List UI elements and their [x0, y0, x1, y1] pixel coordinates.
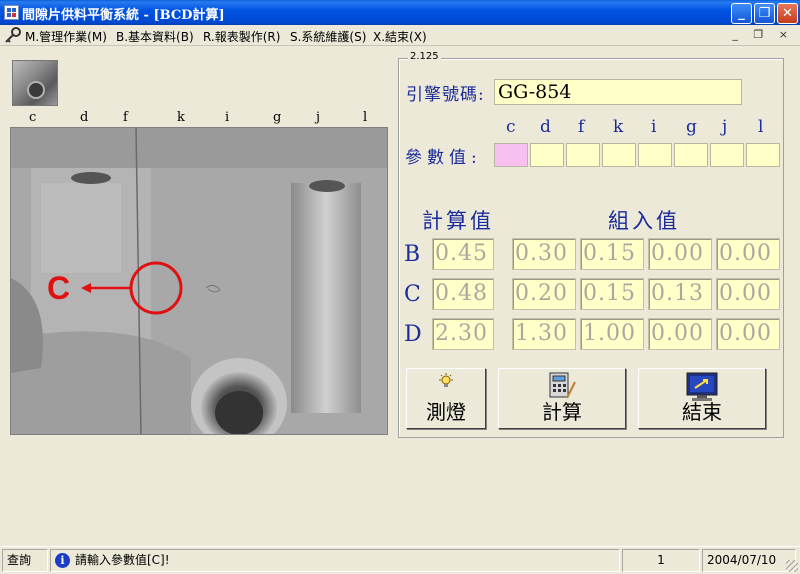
row-label-d: D [404, 322, 422, 347]
param-input-f[interactable] [566, 143, 600, 167]
menu-exit[interactable]: X.結束(X) [373, 28, 427, 45]
light-test-button[interactable]: 測燈 [406, 368, 486, 429]
param-letter-c: c [506, 117, 516, 137]
assembled-value-c-4: 0.00 [716, 278, 780, 310]
version-label: 2.125 [408, 51, 441, 62]
param-value-label: 參數值: [405, 148, 482, 168]
assembled-value-c-2: 0.15 [580, 278, 644, 310]
assembled-value-header: 組入值 [608, 209, 680, 233]
photo-label-f: f [123, 110, 128, 125]
param-letter-i: i [651, 117, 657, 137]
minimize-button[interactable]: _ [731, 3, 752, 24]
engine-thumbnail[interactable] [12, 60, 58, 106]
photo-label-i: i [225, 110, 230, 125]
param-letter-k: k [613, 117, 624, 137]
photo-label-c: c [29, 110, 37, 125]
mdi-window-controls[interactable]: _ ❐ × [732, 28, 794, 41]
exit-button-label: 結束 [682, 400, 722, 424]
light-test-button-label: 測燈 [426, 400, 466, 424]
app-icon[interactable] [4, 5, 19, 20]
assembled-value-d-3: 0.00 [648, 318, 712, 350]
status-message: 請輸入參數值[C]! [75, 553, 170, 567]
menu-management[interactable]: M.管理作業(M) [25, 28, 107, 45]
status-message-cell: i 請輸入參數值[C]! [50, 549, 620, 572]
assembled-value-b-4: 0.00 [716, 238, 780, 270]
assembled-value-b-3: 0.00 [648, 238, 712, 270]
param-input-d[interactable] [530, 143, 564, 167]
calc-value-c: 0.48 [432, 278, 494, 310]
light-bulb-icon [439, 373, 453, 387]
param-input-g[interactable] [674, 143, 708, 167]
photo-label-k: k [177, 110, 185, 125]
restore-button[interactable]: ❐ [754, 3, 775, 24]
param-letter-g: g [686, 117, 697, 137]
calc-value-d: 2.30 [432, 318, 494, 350]
photo-column-labels: c d f k i g j l [8, 110, 390, 126]
assembled-value-d-2: 1.00 [580, 318, 644, 350]
engine-block-photo: C [10, 127, 388, 435]
photo-label-g: g [273, 110, 282, 125]
assembled-value-c-1: 0.20 [512, 278, 576, 310]
engine-photo-panel: c d f k i g j l C [8, 57, 390, 437]
assembled-value-b-2: 0.15 [580, 238, 644, 270]
assembled-value-d-4: 0.00 [716, 318, 780, 350]
photo-marker-label: C [47, 270, 70, 306]
status-mode: 查詢 [2, 549, 48, 572]
window-title: 間隙片供料平衡系統 - [BCD計算] [22, 8, 225, 23]
menu-reports[interactable]: R.報表製作(R) [203, 28, 280, 45]
param-input-k[interactable] [602, 143, 636, 167]
assembled-value-d-1: 1.30 [512, 318, 576, 350]
calculate-button-label: 計算 [542, 400, 582, 424]
info-icon: i [55, 553, 70, 568]
engine-number-field[interactable]: GG-854 [494, 79, 742, 105]
param-letter-f: f [578, 117, 585, 137]
status-page: 1 [622, 549, 700, 572]
menu-system-maintenance[interactable]: S.系統維護(S) [290, 28, 366, 45]
photo-label-l: l [363, 110, 368, 125]
param-letter-d: d [540, 117, 551, 137]
calc-value-b: 0.45 [432, 238, 494, 270]
status-date: 2004/07/10 [702, 549, 796, 572]
status-bar: 查詢 i 請輸入參數值[C]! 1 2004/07/10 [0, 546, 800, 574]
assembled-value-c-3: 0.13 [648, 278, 712, 310]
resize-grip[interactable] [786, 560, 798, 572]
row-label-c: C [404, 282, 421, 307]
photo-label-d: d [80, 110, 89, 125]
engine-photo-illustration: C [11, 128, 387, 434]
param-letter-j: j [722, 117, 728, 137]
calculate-button[interactable]: 計算 [498, 368, 626, 429]
calculated-value-header: 計算值 [422, 209, 494, 233]
assembled-value-b-1: 0.30 [512, 238, 576, 270]
row-label-b: B [404, 242, 421, 267]
engine-number-label: 引擎號碼: [406, 85, 485, 105]
exit-button[interactable]: 結束 [638, 368, 766, 429]
menu-bar: M.管理作業(M) B.基本資料(B) R.報表製作(R) S.系統維護(S) … [0, 25, 800, 46]
param-input-l[interactable] [746, 143, 780, 167]
param-letter-l: l [758, 117, 764, 137]
key-icon[interactable] [4, 27, 22, 43]
title-bar[interactable]: 間隙片供料平衡系統 - [BCD計算] _ ❐ ✕ [0, 0, 800, 25]
param-input-i[interactable] [638, 143, 672, 167]
param-input-c[interactable] [494, 143, 528, 167]
photo-label-j: j [316, 110, 321, 125]
close-button[interactable]: ✕ [777, 3, 798, 24]
menu-basic-data[interactable]: B.基本資料(B) [116, 28, 194, 45]
param-input-j[interactable] [710, 143, 744, 167]
